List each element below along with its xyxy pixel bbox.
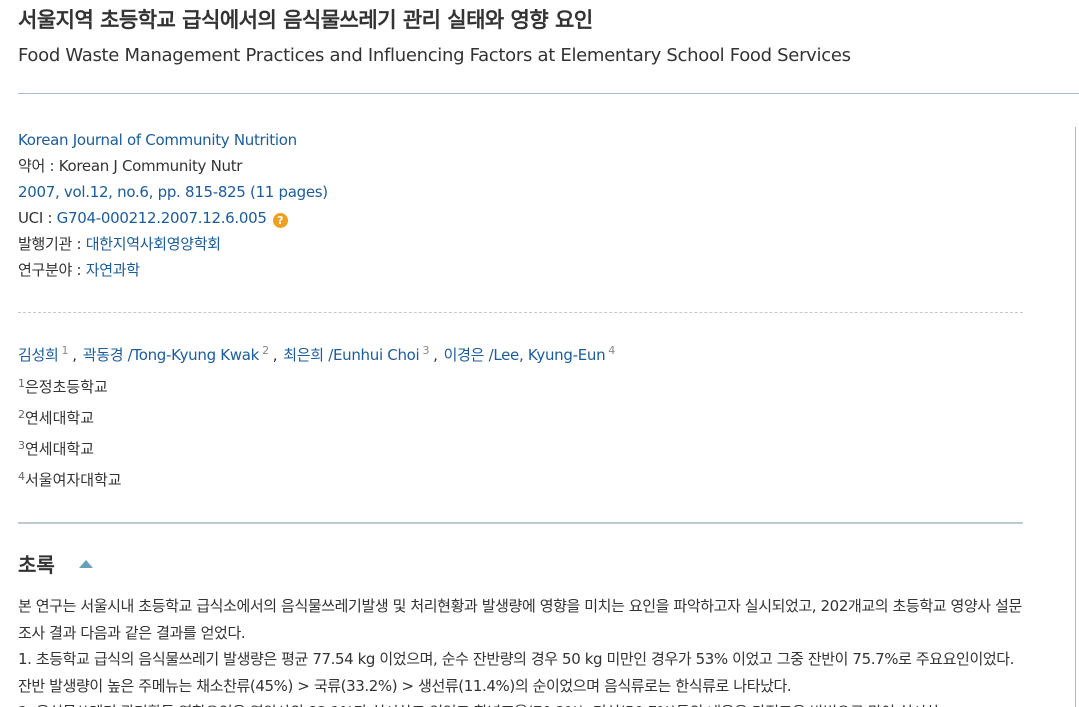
article-metadata: Korean Journal of Community Nutrition 약어… bbox=[18, 128, 328, 284]
abstract-paragraph: 1. 초등학교 급식의 음식물쓰레기 발생량은 평균 77.54 kg 이었으며… bbox=[18, 650, 1015, 695]
research-field-label: 연구분야 : bbox=[18, 261, 86, 279]
author-separator: , bbox=[272, 346, 278, 364]
abbrev-label: 약어 : bbox=[18, 157, 59, 175]
article-title-korean: 서울지역 초등학교 급식에서의 음식물쓰레기 관리 실태와 영향 요인 bbox=[18, 8, 593, 32]
metadata-divider bbox=[18, 312, 1023, 313]
publisher-link[interactable]: 대한지역사회영양학회 bbox=[86, 235, 221, 253]
author-link[interactable]: 이경은 /Lee, Kyung-Eun bbox=[444, 346, 606, 364]
question-icon[interactable]: ? bbox=[272, 213, 288, 228]
publisher-label: 발행기관 : bbox=[18, 235, 86, 253]
title-divider bbox=[18, 93, 1079, 94]
author-affiliation-marker: 2 bbox=[262, 344, 269, 357]
author-separator: , bbox=[433, 346, 438, 364]
abstract-paragraph: 본 연구는 서울시내 초등학교 급식소에서의 음식물쓰레기발생 및 처리현황과 … bbox=[18, 597, 1022, 642]
affiliation-marker: 3 bbox=[18, 439, 25, 452]
author-list: 김성희 1, 곽동경 /Tong-Kyung Kwak 2, 최은희 /Eunhui C… bbox=[18, 344, 615, 365]
abstract-paragraph: 2. 음식물쓰레기 관리활동 영향요인은 영양사의 82.1%가 실시하고 있었… bbox=[18, 699, 1023, 707]
author-link[interactable]: 곽동경 /Tong-Kyung Kwak bbox=[83, 346, 260, 364]
author-link[interactable]: 김성희 bbox=[18, 346, 59, 364]
affiliation-item: 2연세대학교 bbox=[18, 407, 94, 428]
article-title-english: Food Waste Management Practices and Infl… bbox=[18, 45, 851, 66]
side-divider bbox=[1075, 127, 1076, 707]
affiliation-name: 은정초등학교 bbox=[25, 378, 108, 396]
uci-link[interactable]: G704-000212.2007.12.6.005 bbox=[57, 209, 267, 227]
affiliation-name: 연세대학교 bbox=[25, 440, 95, 458]
affiliation-marker: 1 bbox=[18, 377, 25, 390]
affiliation-name: 연세대학교 bbox=[25, 409, 95, 427]
affiliation-item: 4서울여자대학교 bbox=[18, 469, 122, 490]
affiliation-item: 3연세대학교 bbox=[18, 438, 94, 459]
research-field-link[interactable]: 자연과학 bbox=[86, 261, 140, 279]
issue-citation-link[interactable]: 2007, vol.12, no.6, pp. 815-825 (11 page… bbox=[18, 183, 328, 201]
abbrev-value: Korean J Community Nutr bbox=[58, 157, 243, 175]
caret-up-icon[interactable] bbox=[79, 560, 93, 568]
author-affiliation-marker: 1 bbox=[61, 344, 69, 357]
affiliation-marker: 4 bbox=[18, 470, 25, 483]
abstract-body: 본 연구는 서울시내 초등학교 급식소에서의 음식물쓰레기발생 및 처리현황과 … bbox=[18, 593, 1023, 707]
abstract-divider bbox=[18, 522, 1023, 524]
author-separator: , bbox=[72, 346, 77, 364]
author-affiliation-marker: 3 bbox=[422, 344, 430, 357]
affiliation-name: 서울여자대학교 bbox=[25, 471, 122, 489]
author-link[interactable]: 최은희 /Eunhui Choi bbox=[283, 346, 420, 364]
affiliation-item: 1은정초등학교 bbox=[18, 376, 108, 397]
uci-label: UCI : bbox=[18, 209, 57, 227]
author-affiliation-marker: 4 bbox=[608, 344, 615, 357]
affiliation-marker: 2 bbox=[18, 408, 25, 421]
abstract-heading: 초록 bbox=[18, 553, 55, 577]
journal-link[interactable]: Korean Journal of Community Nutrition bbox=[18, 131, 297, 149]
